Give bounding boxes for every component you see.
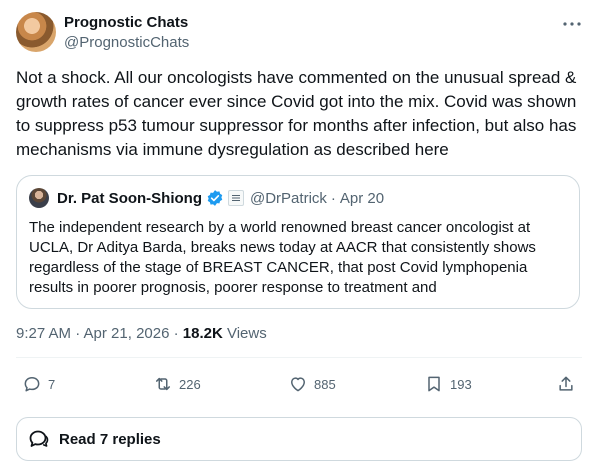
share-icon [559,376,573,391]
quoted-author-name: Dr. Pat Soon-Shiong [57,189,202,207]
read-replies-button[interactable]: Read 7 replies [16,417,582,461]
verified-badge-icon [206,189,224,207]
tweet-text: Not a shock. All our oncologists have co… [16,68,577,159]
views-count: 18.2K [182,325,223,342]
repost-count: 226 [179,376,201,392]
like-button[interactable]: 885 [288,372,336,396]
repost-button[interactable]: 226 [153,372,201,396]
heart-icon [291,377,305,392]
reply-button[interactable]: 7 [22,372,55,396]
views-label: Views [222,325,267,342]
quoted-tweet-card[interactable]: Dr. Pat Soon-Shiong @DrPatrick · Apr 20 … [16,175,580,309]
speech-bubbles-icon [29,430,49,447]
author-avatar[interactable] [16,12,56,52]
quoted-tweet-text: The independent research by a world reno… [29,219,536,296]
affiliation-logo-icon [228,190,244,206]
reply-icon [24,377,40,392]
more-icon[interactable] [560,12,584,36]
like-count: 885 [314,376,336,392]
author-handle[interactable]: @PrognosticChats [64,34,189,51]
timestamp[interactable]: 9:27 AM · Apr 21, 2026 · [16,325,183,342]
author-name[interactable]: Prognostic Chats [64,14,188,31]
share-button[interactable] [556,372,576,396]
read-replies-label: Read 7 replies [59,430,161,448]
quoted-date: Apr 20 [339,189,385,207]
bookmark-count: 193 [450,376,472,392]
divider [16,357,582,358]
bookmark-button[interactable]: 193 [424,372,472,396]
quoted-author-avatar [29,188,49,208]
reply-count: 7 [48,376,56,392]
quoted-separator: · [330,189,336,207]
quoted-author-handle: @DrPatrick [250,189,327,207]
tweet-meta: 9:27 AM · Apr 21, 2026 · 18.2K Views [16,325,267,342]
repost-icon [156,377,170,391]
quoted-tweet-header: Dr. Pat Soon-Shiong @DrPatrick · Apr 20 [57,189,384,207]
bookmark-icon [428,376,440,392]
